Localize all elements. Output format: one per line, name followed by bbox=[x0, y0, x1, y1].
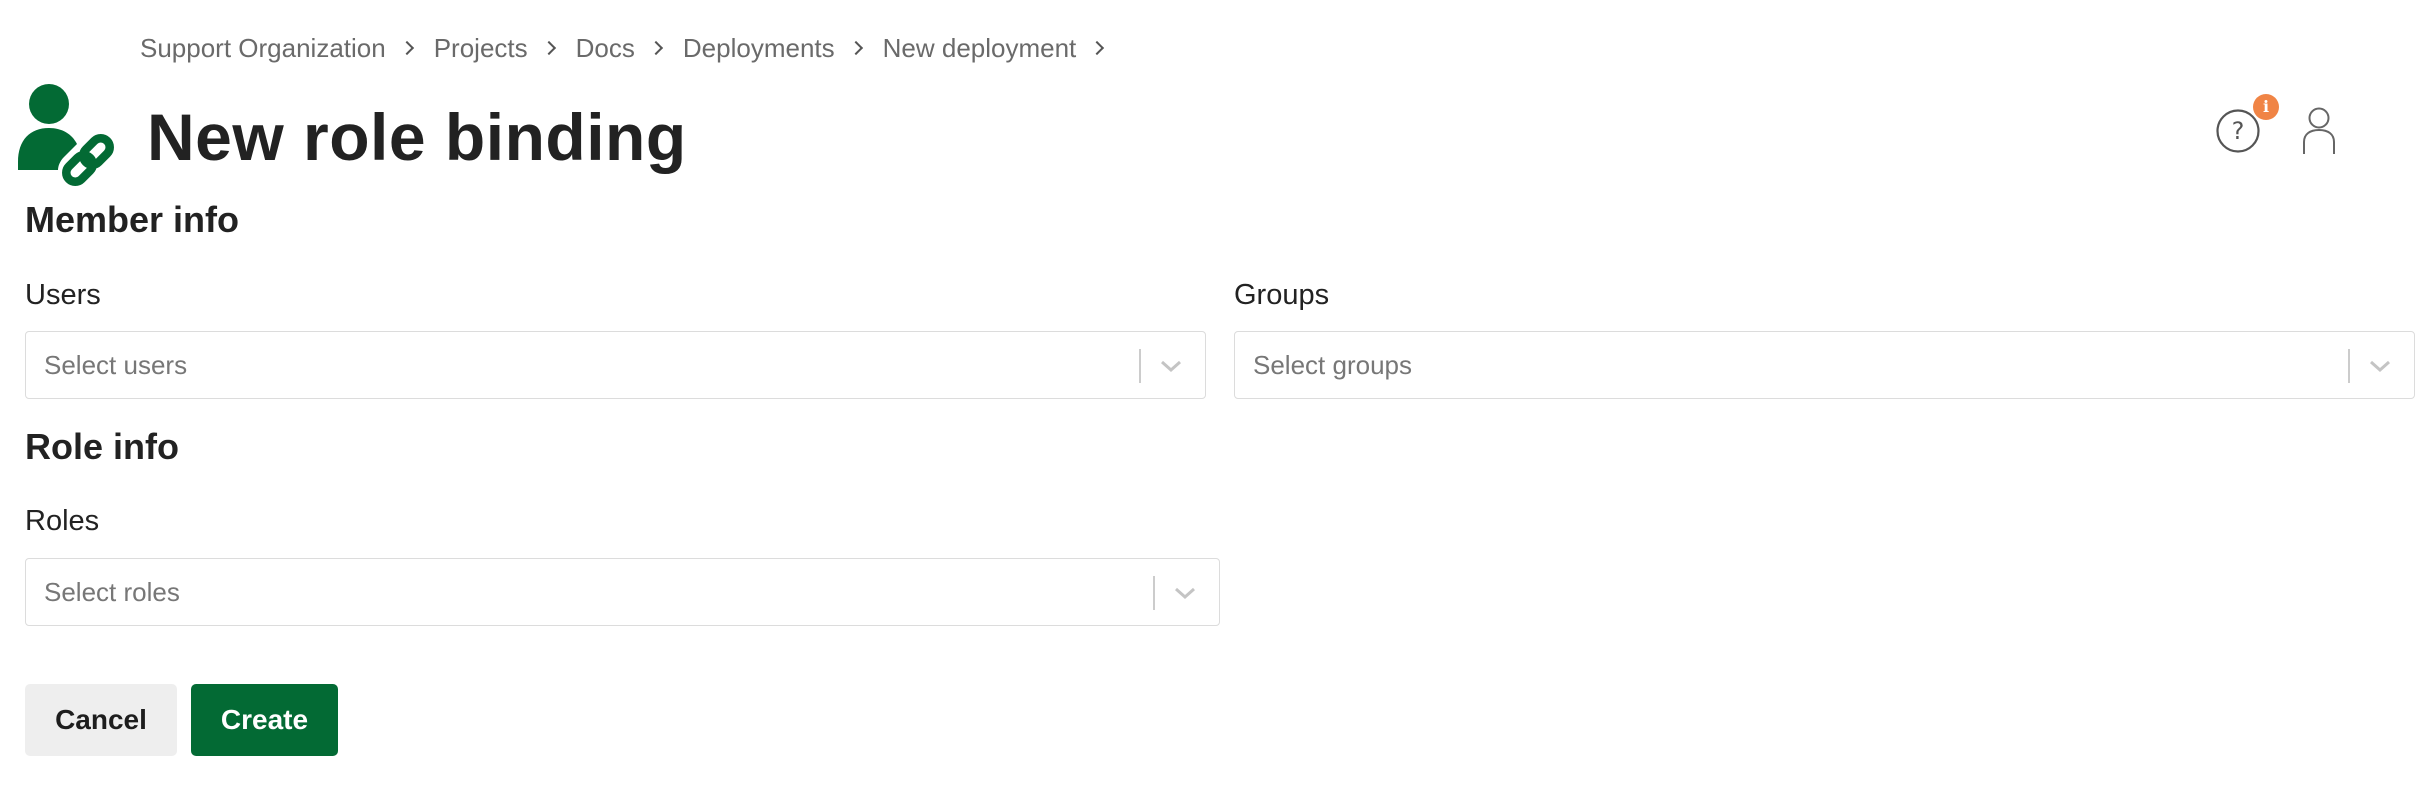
page-title: New role binding bbox=[147, 100, 687, 174]
groups-label: Groups bbox=[1234, 279, 1330, 311]
chevron-right-icon bbox=[848, 40, 863, 56]
user-link-icon bbox=[18, 84, 114, 186]
breadcrumb-item-support-organization[interactable]: Support Organization bbox=[140, 33, 386, 64]
roles-select-placeholder: Select roles bbox=[44, 577, 180, 607]
users-select-placeholder: Select users bbox=[44, 350, 188, 380]
chevron-right-icon bbox=[399, 40, 414, 56]
select-divider bbox=[2348, 349, 2350, 383]
create-button[interactable]: Create bbox=[191, 684, 338, 756]
chevron-down-icon[interactable] bbox=[2368, 354, 2392, 378]
groups-select-placeholder: Select groups bbox=[1253, 350, 1412, 380]
member-info-heading: Member info bbox=[25, 199, 240, 240]
chevron-right-icon bbox=[648, 40, 663, 56]
select-divider bbox=[1153, 576, 1155, 610]
chevron-down-icon[interactable] bbox=[1173, 581, 1197, 605]
groups-select[interactable]: Select groups bbox=[1234, 331, 2415, 399]
breadcrumb-item-projects[interactable]: Projects bbox=[434, 33, 528, 64]
select-divider bbox=[1139, 349, 1141, 383]
breadcrumb-item-new-deployment[interactable]: New deployment bbox=[883, 33, 1077, 64]
roles-label: Roles bbox=[25, 505, 100, 537]
svg-text:?: ? bbox=[2232, 117, 2245, 145]
role-info-heading: Role info bbox=[25, 426, 179, 467]
users-select[interactable]: Select users bbox=[25, 331, 1206, 399]
chevron-down-icon[interactable] bbox=[1159, 354, 1183, 378]
users-label: Users bbox=[25, 279, 101, 311]
roles-select[interactable]: Select roles bbox=[25, 558, 1220, 626]
cancel-button[interactable]: Cancel bbox=[25, 684, 177, 756]
user-account-icon[interactable] bbox=[2299, 106, 2339, 156]
chevron-right-icon bbox=[541, 40, 556, 56]
help-icon[interactable]: ? bbox=[2215, 108, 2261, 154]
notification-badge: i bbox=[2253, 94, 2279, 120]
chevron-right-icon bbox=[1090, 40, 1105, 56]
breadcrumb-item-docs[interactable]: Docs bbox=[576, 33, 635, 64]
breadcrumb-item-deployments[interactable]: Deployments bbox=[683, 33, 835, 64]
breadcrumb: Support Organization Projects Docs Deplo… bbox=[140, 28, 1124, 68]
